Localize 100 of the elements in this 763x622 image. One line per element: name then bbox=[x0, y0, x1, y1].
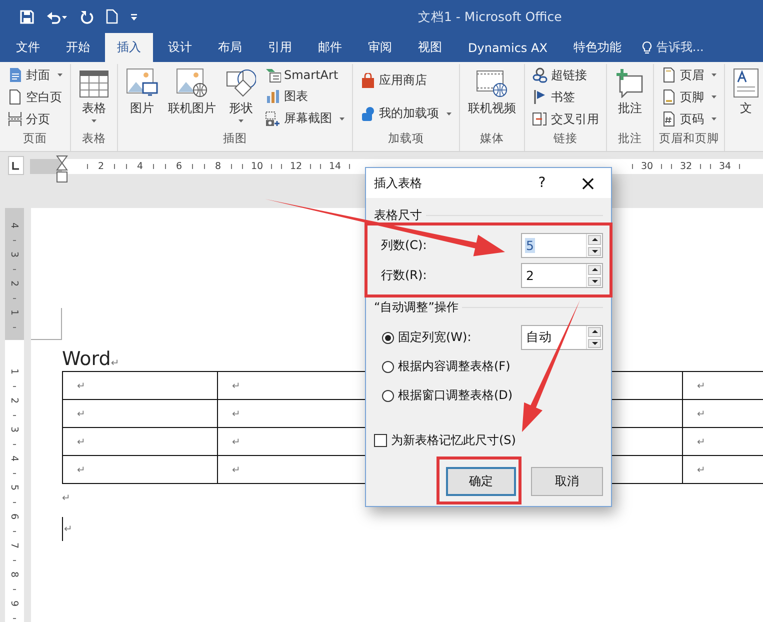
ribbon-button[interactable]: 交叉引用 bbox=[530, 110, 601, 128]
document-icon bbox=[661, 67, 677, 83]
ribbon-button[interactable]: 书签 bbox=[530, 88, 601, 106]
group-label: 加载项 bbox=[387, 131, 425, 147]
ribbon-tab[interactable]: 特色功能 bbox=[560, 33, 634, 62]
text-box-icon bbox=[733, 68, 759, 98]
ribbon-button[interactable]: 分页 bbox=[5, 110, 65, 128]
radio-button[interactable] bbox=[382, 360, 394, 372]
document-icon[interactable] bbox=[106, 9, 118, 24]
cell-end-mark: ↵ bbox=[232, 436, 240, 448]
cell-end-mark: ↵ bbox=[77, 408, 86, 420]
ruler-number: 14 bbox=[328, 161, 342, 172]
ribbon-tab[interactable]: Dynamics AX bbox=[455, 33, 560, 62]
ribbon-button[interactable]: 空白页 bbox=[5, 88, 65, 106]
link-icon bbox=[532, 67, 548, 83]
group-label: 表格 bbox=[81, 131, 107, 147]
caret-icon bbox=[57, 73, 63, 77]
spin-field[interactable]: 5 bbox=[521, 233, 603, 258]
ruler-number: 2 bbox=[9, 397, 20, 404]
cell-end-mark: ↵ bbox=[77, 464, 86, 476]
cancel-button[interactable]: 取消 bbox=[531, 467, 603, 496]
shopping-bag-icon bbox=[360, 72, 376, 88]
ribbon-tab[interactable]: 审阅 bbox=[355, 33, 405, 62]
ruler-number: 3 bbox=[9, 426, 20, 433]
cell-end-mark: ↵ bbox=[232, 408, 240, 420]
tab-selector[interactable] bbox=[8, 156, 24, 175]
option-label[interactable]: 根据内容调整表格(F) bbox=[398, 358, 603, 375]
ok-button[interactable]: 确定 bbox=[446, 467, 516, 496]
add-in-icon bbox=[360, 106, 376, 122]
spin-down-button[interactable] bbox=[588, 338, 601, 348]
checkbox-label[interactable]: 为新表格记忆此尺寸(S) bbox=[391, 432, 516, 449]
ribbon-button[interactable]: 应用商店 bbox=[358, 72, 454, 89]
ribbon-tab[interactable]: 邮件 bbox=[305, 33, 355, 62]
ribbon-button[interactable]: 页脚 bbox=[659, 88, 719, 106]
radio-button[interactable] bbox=[382, 332, 394, 344]
caret-icon bbox=[339, 116, 345, 121]
close-button[interactable]: × bbox=[573, 168, 603, 198]
radio-button[interactable] bbox=[382, 390, 394, 402]
group-label: 媒体 bbox=[479, 131, 505, 147]
option-label[interactable]: 固定列宽(W): bbox=[398, 329, 521, 346]
document-icon bbox=[7, 67, 23, 83]
ribbon-button[interactable]: 封面 bbox=[5, 66, 65, 84]
ruler-number: 8 bbox=[9, 571, 20, 578]
ruler-number: 7 bbox=[9, 542, 20, 549]
spin-down-button[interactable] bbox=[588, 246, 601, 256]
margin-corner-mark bbox=[31, 308, 62, 340]
spin-field[interactable]: 2 bbox=[521, 263, 603, 288]
help-button[interactable]: ? bbox=[527, 168, 557, 198]
undo-icon[interactable] bbox=[46, 10, 68, 24]
ribbon-button[interactable]: 表格 bbox=[76, 64, 112, 131]
ribbon-tab[interactable]: 视图 bbox=[405, 33, 455, 62]
cell-end-mark: ↵ bbox=[77, 380, 86, 392]
ruler-number: 10 bbox=[250, 161, 264, 172]
ribbon-button[interactable]: 图片 bbox=[123, 64, 161, 131]
ruler-number: 12 bbox=[290, 161, 302, 172]
ribbon-tab[interactable]: 设计 bbox=[155, 33, 205, 62]
ribbon-button[interactable]: 屏幕截图 bbox=[263, 110, 347, 128]
ruler-number: 4 bbox=[9, 455, 20, 462]
group-label: 链接 bbox=[552, 131, 578, 147]
ribbon-button[interactable]: 页码 bbox=[659, 110, 719, 128]
ribbon-button[interactable]: 页眉 bbox=[659, 66, 719, 84]
ribbon-button[interactable]: 联机视频 bbox=[465, 64, 519, 131]
customize-icon[interactable] bbox=[130, 12, 138, 20]
checkbox[interactable] bbox=[374, 434, 387, 447]
ribbon-button[interactable]: 形状 bbox=[223, 64, 259, 131]
spin-up-button[interactable] bbox=[588, 235, 601, 244]
group-label: 页眉和页脚 bbox=[659, 131, 719, 147]
indent-marker-icon[interactable] bbox=[56, 155, 68, 183]
spin-up-button[interactable] bbox=[588, 265, 601, 274]
ribbon-button[interactable]: SmartArt bbox=[263, 66, 347, 83]
ribbon-button[interactable]: 我的加载项 bbox=[358, 105, 454, 122]
save-icon[interactable] bbox=[20, 10, 34, 24]
caret-icon bbox=[711, 73, 717, 77]
window-title: 文档1 - Microsoft Office bbox=[418, 9, 562, 26]
cell-end-mark: ↵ bbox=[697, 436, 706, 448]
ribbon-button[interactable]: 超链接 bbox=[530, 66, 601, 84]
paragraph-mark: ↵ bbox=[62, 492, 70, 506]
ruler-number: 6 bbox=[9, 513, 20, 520]
redo-icon[interactable] bbox=[80, 10, 94, 24]
ribbon-tab[interactable]: 插入 bbox=[105, 33, 153, 62]
ribbon-button[interactable]: 联机图片 bbox=[165, 64, 219, 131]
ribbon-tab[interactable]: 开始 bbox=[53, 33, 103, 62]
ribbon-tab[interactable]: 引用 bbox=[255, 33, 305, 62]
ribbon-button[interactable]: 图表 bbox=[263, 88, 347, 105]
option-label[interactable]: 根据窗口调整表格(D) bbox=[398, 387, 603, 404]
ruler-number: 3 bbox=[9, 251, 20, 258]
cell-end-mark: ↵ bbox=[232, 380, 240, 392]
spin-down-button[interactable] bbox=[588, 276, 601, 286]
spin-up-button[interactable] bbox=[588, 327, 601, 336]
ribbon-tab[interactable]: 布局 bbox=[205, 33, 255, 62]
group-label: 表格尺寸 bbox=[374, 207, 422, 223]
page-break-icon bbox=[7, 111, 23, 127]
spin-field[interactable]: 自动 bbox=[521, 325, 603, 350]
group-label: “自动调整”操作 bbox=[374, 299, 458, 315]
ribbon-button[interactable]: 批注 bbox=[612, 64, 648, 131]
tell-me-button[interactable]: 告诉我... bbox=[642, 33, 704, 62]
ribbon-tab[interactable]: 文件 bbox=[3, 33, 53, 62]
cross-reference-icon bbox=[532, 111, 548, 127]
cell-end-mark: ↵ bbox=[697, 408, 706, 420]
ribbon-button[interactable]: 文 bbox=[730, 64, 762, 151]
